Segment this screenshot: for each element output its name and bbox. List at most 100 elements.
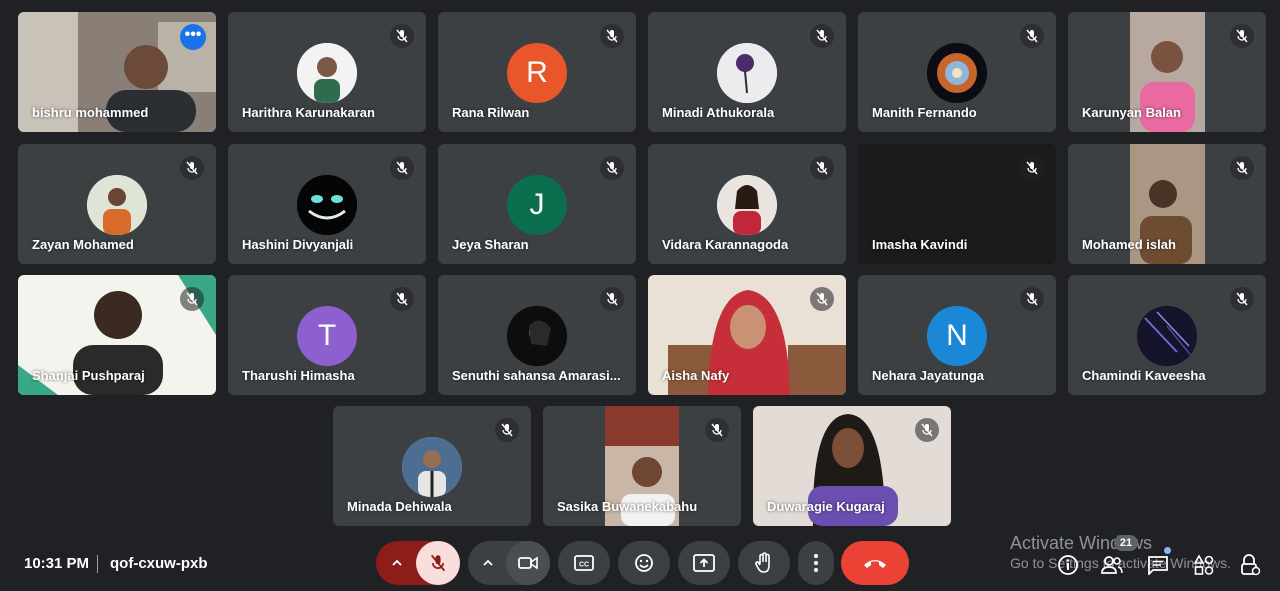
people-icon — [1101, 556, 1123, 574]
svg-text:CC: CC — [579, 562, 589, 569]
avatar — [927, 43, 987, 103]
participant-tile[interactable]: N Nehara Jayatunga — [858, 275, 1056, 395]
mic-off-icon — [180, 287, 204, 311]
participant-tile[interactable]: Sasika Buwanekabahu — [543, 406, 741, 526]
mic-off-icon — [600, 287, 624, 311]
host-controls-icon — [1241, 554, 1261, 576]
control-bar: 10:31 PM qof-cxuw-pxb CC Activate Window… — [0, 533, 1280, 591]
mic-off-icon — [390, 287, 414, 311]
mic-off-icon — [915, 418, 939, 442]
activities-icon — [1193, 554, 1214, 575]
participant-name: Sasika Buwanekabahu — [557, 499, 698, 514]
participant-grid: ••• bishru mohammed Harithra Karunakaran… — [0, 0, 1280, 535]
participant-name: Rana Rilwan — [452, 105, 530, 120]
participant-tile[interactable]: Mohamed islah — [1068, 144, 1266, 264]
participant-tile[interactable]: Minada Dehiwala — [333, 406, 531, 526]
mic-off-icon — [1230, 287, 1254, 311]
avatar — [402, 437, 462, 497]
meeting-details-button[interactable] — [1056, 553, 1080, 577]
more-options-button[interactable] — [798, 541, 834, 585]
participant-tile[interactable]: Chamindi Kaveesha — [1068, 275, 1266, 395]
host-controls-button[interactable] — [1238, 553, 1262, 577]
mic-off-icon — [1020, 287, 1044, 311]
participant-tile[interactable]: Zayan Mohamed — [18, 144, 216, 264]
camera-toggle-button[interactable] — [506, 541, 550, 585]
avatar: N — [927, 306, 987, 366]
participant-name: Minadi Athukorala — [662, 105, 775, 120]
participant-tile[interactable]: Aisha Nafy — [648, 275, 846, 395]
participant-tile[interactable]: Karunyan Balan — [1068, 12, 1266, 132]
participant-tile[interactable]: T Tharushi Himasha — [228, 275, 426, 395]
activities-button[interactable] — [1192, 553, 1216, 577]
participant-tile[interactable]: J Jeya Sharan — [438, 144, 636, 264]
participant-name: Shanjai Pushparaj — [32, 368, 145, 383]
mic-off-icon — [810, 156, 834, 180]
mic-off-icon — [390, 24, 414, 48]
emoji-reactions-button[interactable] — [618, 541, 670, 585]
microphone-toggle-button[interactable] — [416, 541, 460, 585]
chevron-up-icon — [483, 559, 493, 566]
camera-icon — [518, 556, 538, 570]
participant-tile[interactable]: Minadi Athukorala — [648, 12, 846, 132]
participant-tile[interactable]: Harithra Karunakaran — [228, 12, 426, 132]
participant-name: Nehara Jayatunga — [872, 368, 984, 383]
captions-button[interactable]: CC — [558, 541, 610, 585]
divider — [97, 555, 98, 573]
avatar — [87, 175, 147, 235]
avatar — [717, 175, 777, 235]
participants-count-badge: 21 — [1114, 535, 1138, 551]
participant-tile[interactable]: ••• bishru mohammed — [18, 12, 216, 132]
info-icon — [1058, 555, 1078, 575]
participant-tile[interactable]: Shanjai Pushparaj — [18, 275, 216, 395]
participant-tile[interactable]: Senuthi sahansa Amarasi... — [438, 275, 636, 395]
mic-off-icon — [390, 156, 414, 180]
avatar — [507, 306, 567, 366]
more-vert-icon — [814, 554, 818, 572]
participant-name: Minada Dehiwala — [347, 499, 452, 514]
mic-off-icon — [495, 418, 519, 442]
participant-name: Tharushi Himasha — [242, 368, 355, 383]
participant-name: Vidara Karannagoda — [662, 237, 789, 252]
participant-tile[interactable]: Vidara Karannagoda — [648, 144, 846, 264]
avatar: R — [507, 43, 567, 103]
people-button[interactable] — [1100, 553, 1124, 577]
raise-hand-button[interactable] — [738, 541, 790, 585]
mic-off-icon — [1230, 24, 1254, 48]
call-end-icon — [864, 560, 886, 568]
more-options-button[interactable]: ••• — [180, 24, 206, 50]
participant-tile[interactable]: Hashini Divyanjali — [228, 144, 426, 264]
participant-name: Chamindi Kaveesha — [1082, 368, 1206, 383]
mic-off-icon — [810, 24, 834, 48]
raise-hand-icon — [755, 552, 770, 573]
emoji-icon — [635, 554, 653, 572]
participant-tile[interactable]: R Rana Rilwan — [438, 12, 636, 132]
avatar: T — [297, 306, 357, 366]
camera-control-group — [468, 541, 550, 585]
mic-options-button[interactable] — [376, 541, 418, 585]
avatar — [297, 43, 357, 103]
participant-name: Karunyan Balan — [1082, 105, 1181, 120]
present-screen-button[interactable] — [678, 541, 730, 585]
leave-call-button[interactable] — [841, 541, 909, 585]
participant-tile[interactable]: Duwaragie Kugaraj — [753, 406, 951, 526]
participant-name: Aisha Nafy — [662, 368, 730, 383]
chat-icon — [1148, 556, 1168, 575]
mic-off-icon — [705, 418, 729, 442]
chevron-up-icon — [392, 559, 402, 566]
captions-icon: CC — [574, 555, 594, 571]
mic-off-icon — [1020, 24, 1044, 48]
participant-tile[interactable]: Imasha Kavindi — [858, 144, 1056, 264]
participant-name: Jeya Sharan — [452, 237, 529, 252]
avatar — [297, 175, 357, 235]
chat-button[interactable] — [1146, 553, 1170, 577]
participant-tile[interactable]: Manith Fernando — [858, 12, 1056, 132]
avatar: J — [507, 175, 567, 235]
present-icon — [693, 554, 715, 572]
avatar — [1137, 306, 1197, 366]
chat-notification-dot — [1164, 547, 1171, 554]
mic-off-icon — [810, 287, 834, 311]
participant-name: Hashini Divyanjali — [242, 237, 354, 252]
participant-name: Senuthi sahansa Amarasi... — [452, 368, 621, 383]
camera-options-button[interactable] — [468, 541, 508, 585]
mic-off-icon — [1020, 156, 1044, 180]
